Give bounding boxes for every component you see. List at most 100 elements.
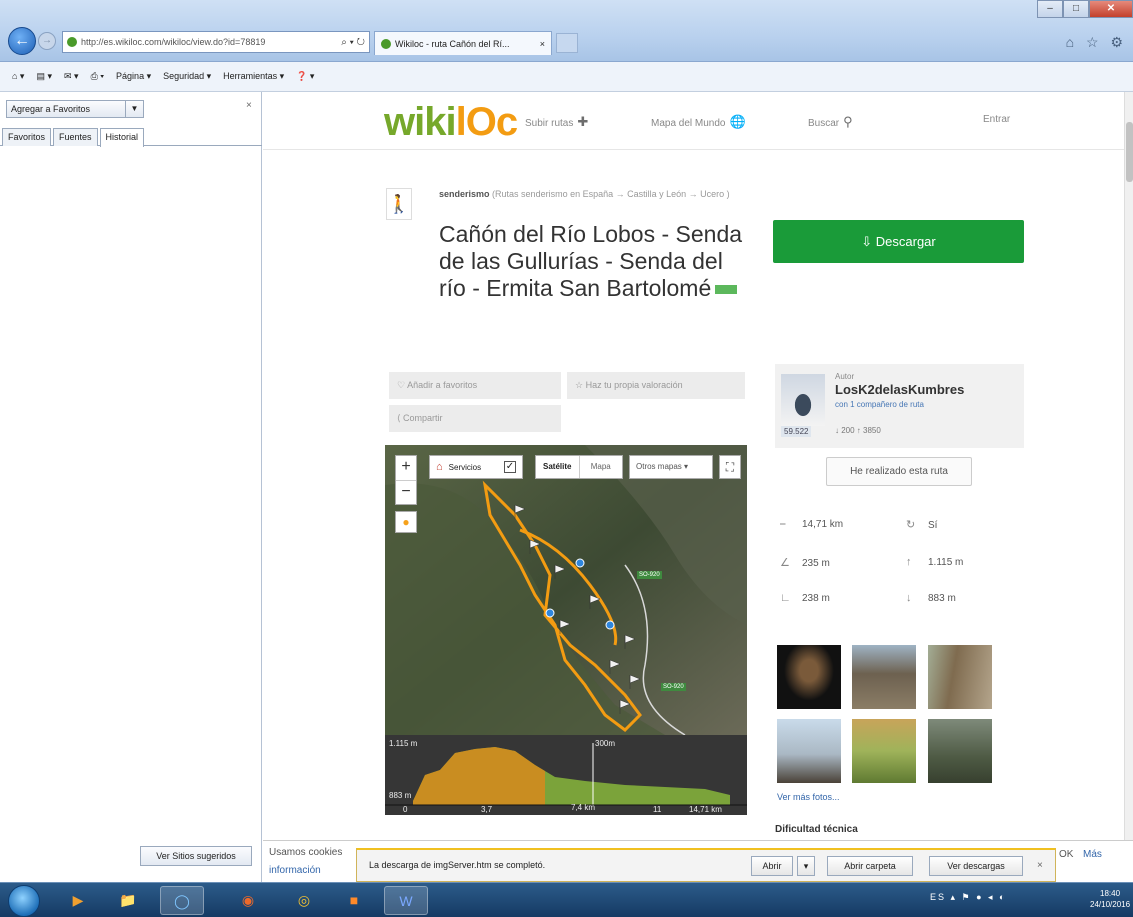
difficulty-badge <box>715 285 738 295</box>
add-favorites-label: Añadir a favoritos <box>407 380 478 390</box>
clock-date: 24/10/2016 <box>1090 900 1131 909</box>
elevation-profile[interactable]: 1.115 m 883 m 300m 0 3,7 7,4 km 11 14,71… <box>385 735 747 815</box>
firefox-icon[interactable]: ◉ <box>226 886 270 915</box>
satellite-option[interactable]: Satélite <box>536 456 579 478</box>
profile-min-label: 883 m <box>389 791 412 800</box>
add-to-favorites-button[interactable]: Agregar a Favoritos ▼ <box>6 100 144 118</box>
download-label: Descargar <box>875 234 936 249</box>
tab-historial[interactable]: Historial <box>99 128 145 147</box>
map-option[interactable]: Mapa <box>578 456 623 478</box>
open-options-chevron-icon[interactable]: ▾ <box>797 856 815 876</box>
cookie-info-link[interactable]: información <box>269 865 321 876</box>
photo-thumbnail[interactable] <box>928 645 992 709</box>
clock[interactable]: 18:40 24/10/2016 <box>1090 888 1130 910</box>
fullscreen-icon[interactable]: ⛶ <box>719 455 741 479</box>
open-folder-button[interactable]: Abrir carpeta <box>827 856 913 876</box>
zoom-in-button[interactable]: + <box>396 456 416 480</box>
tab-close-icon[interactable]: × <box>540 39 545 49</box>
services-checkbox[interactable]: ✓ <box>504 461 516 473</box>
downhill-icon: ∟ <box>780 592 791 604</box>
author-name[interactable]: LosK2delasKumbres <box>835 382 964 397</box>
more-photos-link[interactable]: Ver más fotos... <box>777 792 840 802</box>
scrollbar-thumb[interactable] <box>1126 122 1133 182</box>
paint-icon[interactable]: ■ <box>332 886 376 915</box>
minimize-button[interactable]: – <box>1037 0 1063 18</box>
distance-icon: ⎯ <box>780 518 786 530</box>
address-controls[interactable]: ⌕ ▾ ↻ <box>341 37 365 48</box>
open-button[interactable]: Abrir <box>751 856 793 876</box>
logo-accent: lOc <box>455 100 518 144</box>
cookie-ok-button[interactable]: OK <box>1059 849 1073 860</box>
menu-pagina[interactable]: Página ▾ <box>116 71 151 82</box>
nav-world-map[interactable]: Mapa del Mundo 🌐 <box>651 114 746 130</box>
photo-thumbnail[interactable] <box>852 645 916 709</box>
view-downloads-button[interactable]: Ver descargas <box>929 856 1023 876</box>
print-icon[interactable]: ⎙ ▾ <box>91 71 104 82</box>
author-companions[interactable]: con 1 compañero de ruta <box>835 400 924 409</box>
stat-loop: ↻ Sí <box>906 518 937 531</box>
tab-fuentes[interactable]: Fuentes <box>53 128 98 146</box>
author-score: 59.522 <box>781 426 812 437</box>
other-maps-dropdown[interactable]: Otros mapas ▾ <box>629 455 713 479</box>
wikiloc-logo[interactable]: wikilOc <box>384 100 518 145</box>
avatar-figure <box>789 386 817 424</box>
nav-login[interactable]: Entrar <box>983 114 1010 125</box>
word-icon[interactable]: W <box>384 886 428 915</box>
house-icon: ⌂ <box>436 461 443 473</box>
photo-thumbnail[interactable] <box>928 719 992 783</box>
back-button[interactable]: ← <box>8 27 36 55</box>
site-favicon-icon <box>67 37 77 47</box>
activity-link[interactable]: senderismo <box>439 189 490 199</box>
toolbar-icons[interactable]: ⌂ ☆ ⚙ <box>1066 34 1127 51</box>
close-window-button[interactable]: ✕ <box>1089 0 1133 18</box>
download-notification: La descarga de imgServer.htm se completó… <box>356 848 1056 882</box>
download-button[interactable]: ⇩ Descargar <box>773 220 1024 263</box>
address-bar[interactable]: http://es.wikiloc.com/wikiloc/view.do?id… <box>62 31 370 53</box>
menu-herramientas[interactable]: Herramientas ▾ <box>223 71 284 82</box>
start-button[interactable] <box>8 885 40 917</box>
maximize-button[interactable]: □ <box>1063 0 1089 18</box>
done-route-button[interactable]: He realizado esta ruta <box>826 457 972 486</box>
services-toggle[interactable]: ⌂ Servicios ✓ <box>429 455 523 479</box>
page-scrollbar[interactable] <box>1124 92 1133 882</box>
chevron-down-icon[interactable]: ▼ <box>125 101 143 117</box>
profile-tick: 11 <box>653 805 662 814</box>
nav-search[interactable]: Buscar ⚲ <box>808 114 853 130</box>
stat-min-alt-value: 883 m <box>928 593 956 604</box>
mail-icon[interactable]: ✉ ▾ <box>64 71 79 82</box>
avatar[interactable] <box>781 374 825 426</box>
new-tab-button[interactable] <box>556 33 578 53</box>
difficulty-label: Dificultad técnica <box>775 824 858 835</box>
nav-upload[interactable]: Subir rutas ✚ <box>525 114 588 130</box>
elevation-profile-svg[interactable] <box>385 735 747 815</box>
photo-thumbnail[interactable] <box>777 719 841 783</box>
address-url[interactable]: http://es.wikiloc.com/wikiloc/view.do?id… <box>81 37 337 47</box>
tab-favoritos[interactable]: Favoritos <box>2 128 52 146</box>
photo-thumbnail[interactable] <box>777 645 841 709</box>
help-icon[interactable]: ❓ ▾ <box>296 71 314 82</box>
street-view-icon[interactable]: ● <box>395 511 417 533</box>
forward-button[interactable]: → <box>38 32 56 50</box>
media-player-icon[interactable]: ▶ <box>56 886 100 915</box>
menu-seguridad[interactable]: Seguridad ▾ <box>163 71 211 82</box>
photo-thumbnail[interactable] <box>852 719 916 783</box>
home-icon[interactable]: ⌂ ▾ <box>12 71 24 82</box>
breadcrumb-path[interactable]: (Rutas senderismo en España → Castilla y… <box>492 189 730 199</box>
zoom-out-button[interactable]: − <box>396 480 416 504</box>
command-bar: ⌂ ▾ ▤ ▾ ✉ ▾ ⎙ ▾ Página ▾ Seguridad ▾ Her… <box>0 62 1133 92</box>
stat-max-alt: ↑ 1.115 m <box>906 556 963 568</box>
share-button[interactable]: ⟨ Compartir <box>389 405 561 432</box>
add-favorites-button[interactable]: ♡ Añadir a favoritos <box>389 372 561 399</box>
suggested-sites-button[interactable]: Ver Sitios sugeridos <box>140 846 252 866</box>
cookie-more-link[interactable]: Más <box>1083 849 1102 860</box>
close-pane-icon[interactable]: × <box>246 100 252 111</box>
trail-map[interactable]: + − ● ⌂ Servicios ✓ Satélite Mapa Otros ma… <box>385 445 747 815</box>
explorer-folder-icon[interactable]: 📁 <box>106 886 150 915</box>
internet-explorer-icon[interactable]: ◯ <box>160 886 204 915</box>
feeds-icon[interactable]: ▤ ▾ <box>36 71 52 82</box>
chrome-icon[interactable]: ◎ <box>282 886 326 915</box>
browser-tab-active[interactable]: Wikiloc - ruta Cañón del Rí... × <box>374 31 552 55</box>
system-tray[interactable]: ES ▴ ⚑ ● ◂ ◐ <box>930 892 1006 903</box>
close-icon[interactable]: × <box>1037 860 1043 871</box>
rate-button[interactable]: ☆ Haz tu propia valoración <box>567 372 745 399</box>
